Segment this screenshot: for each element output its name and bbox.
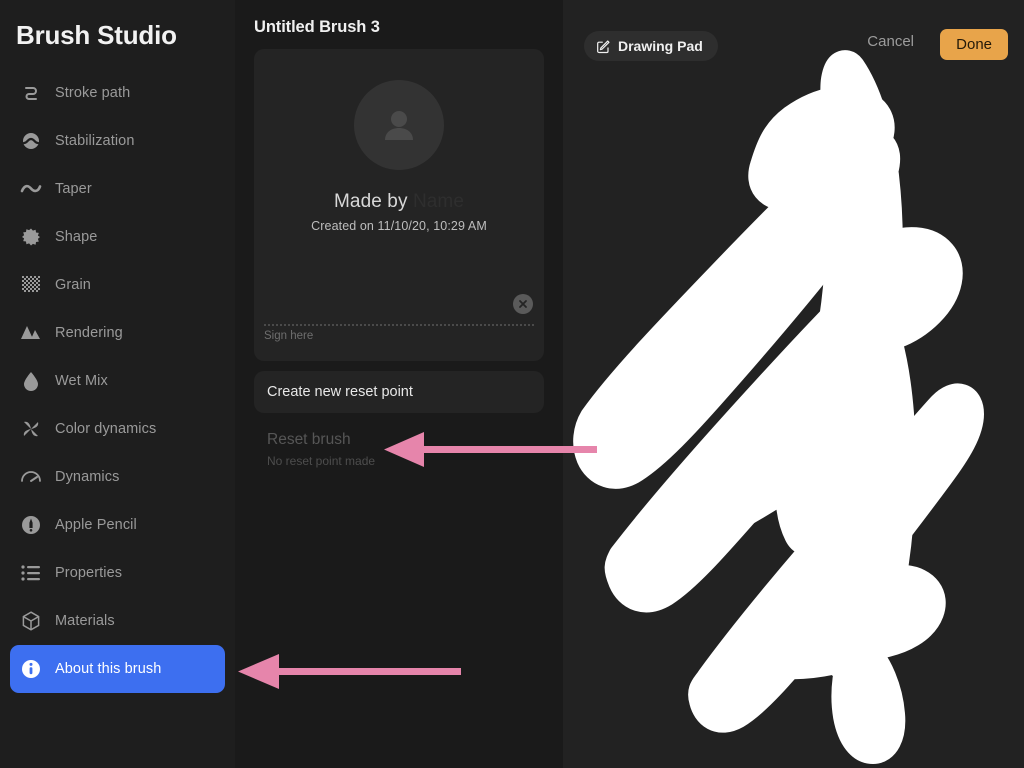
sidebar-item-color-dynamics[interactable]: Color dynamics: [10, 405, 225, 453]
sidebar-item-label: Materials: [55, 613, 115, 629]
sidebar-nav-list: Stroke path Stabilization Taper Shape Gr…: [0, 69, 235, 693]
brush-name-title: Untitled Brush 3: [254, 18, 380, 36]
sidebar-item-materials[interactable]: Materials: [10, 597, 225, 645]
brush-stroke-preview: [573, 50, 984, 764]
close-circle-icon[interactable]: [513, 294, 533, 314]
reset-brush-button[interactable]: Reset brush No reset point made: [254, 431, 544, 468]
apple-pencil-icon: [18, 512, 44, 538]
sidebar-item-label: Apple Pencil: [55, 517, 137, 533]
sidebar-item-label: Wet Mix: [55, 373, 108, 389]
page-title: Brush Studio: [16, 20, 177, 50]
signature-zone[interactable]: Sign here: [254, 291, 544, 361]
sidebar-item-label: About this brush: [55, 661, 162, 677]
compose-icon: [596, 39, 611, 54]
drawing-pad-panel: Drawing Pad Cancel Done: [563, 0, 1024, 768]
sign-here-placeholder: Sign here: [264, 330, 314, 342]
sidebar-item-label: Stabilization: [55, 133, 135, 149]
made-by-line: Made by Name: [254, 191, 544, 213]
sidebar-item-label: Color dynamics: [55, 421, 157, 437]
stroke-path-icon: [18, 80, 44, 106]
sidebar-item-grain[interactable]: Grain: [10, 261, 225, 309]
sidebar-item-taper[interactable]: Taper: [10, 165, 225, 213]
sidebar-item-stabilization[interactable]: Stabilization: [10, 117, 225, 165]
cancel-button[interactable]: Cancel: [867, 33, 914, 50]
taper-icon: [18, 176, 44, 202]
sidebar-item-stroke-path[interactable]: Stroke path: [10, 69, 225, 117]
person-icon: [385, 111, 413, 140]
create-new-reset-point-button[interactable]: Create new reset point: [254, 371, 544, 413]
drawing-pad-button[interactable]: Drawing Pad: [584, 31, 718, 61]
info-icon: [18, 656, 44, 682]
made-by-name-input[interactable]: Name: [413, 191, 464, 212]
sidebar-item-label: Properties: [55, 565, 123, 581]
sidebar-item-label: Stroke path: [55, 85, 131, 101]
done-button[interactable]: Done: [940, 29, 1008, 60]
avatar[interactable]: [354, 80, 444, 170]
drawing-pad-label: Drawing Pad: [618, 38, 703, 54]
sidebar-item-wet-mix[interactable]: Wet Mix: [10, 357, 225, 405]
sidebar-item-shape[interactable]: Shape: [10, 213, 225, 261]
reset-brush-subtitle: No reset point made: [267, 454, 376, 468]
materials-icon: [18, 608, 44, 634]
created-on-text: Created on 11/10/20, 10:29 AM: [311, 219, 487, 233]
shape-icon: [18, 224, 44, 250]
signature-dotted-line: [264, 324, 534, 326]
create-new-reset-point-label: Create new reset point: [267, 384, 413, 400]
stabilization-icon: [18, 128, 44, 154]
properties-icon: [18, 560, 44, 586]
sidebar-item-label: Taper: [55, 181, 92, 197]
sidebar-item-about-this-brush[interactable]: About this brush: [10, 645, 225, 693]
grain-icon: [18, 272, 44, 298]
brush-preview-canvas[interactable]: [563, 0, 1024, 768]
about-brush-card: Made by Name Created on 11/10/20, 10:29 …: [254, 49, 544, 361]
top-toolbar: Drawing Pad Cancel Done: [563, 0, 1024, 78]
made-by-label: Made by: [333, 191, 408, 212]
sidebar-item-label: Grain: [55, 277, 91, 293]
sidebar-item-rendering[interactable]: Rendering: [10, 309, 225, 357]
sidebar-item-label: Rendering: [55, 325, 123, 341]
reset-brush-label: Reset brush: [267, 431, 351, 448]
brush-studio-window: Brush Studio Stroke path Stabilization T…: [0, 0, 1024, 768]
rendering-icon: [18, 320, 44, 346]
about-brush-panel: Untitled Brush 3 Made by Name Created on…: [235, 0, 563, 768]
sidebar: Brush Studio Stroke path Stabilization T…: [0, 0, 235, 768]
color-dynamics-icon: [18, 416, 44, 442]
sidebar-item-label: Shape: [55, 229, 98, 245]
sidebar-item-apple-pencil[interactable]: Apple Pencil: [10, 501, 225, 549]
sidebar-item-properties[interactable]: Properties: [10, 549, 225, 597]
sidebar-item-label: Dynamics: [55, 469, 120, 485]
sidebar-item-dynamics[interactable]: Dynamics: [10, 453, 225, 501]
dynamics-icon: [18, 464, 44, 490]
wet-mix-icon: [18, 368, 44, 394]
